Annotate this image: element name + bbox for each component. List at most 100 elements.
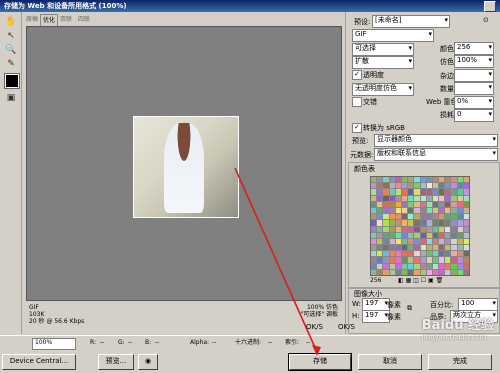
palette-swatch[interactable]	[414, 263, 420, 269]
close-button[interactable]	[484, 1, 496, 12]
palette-swatch[interactable]	[395, 238, 401, 245]
palette-swatch[interactable]	[389, 189, 395, 195]
palette-swatch[interactable]	[408, 189, 414, 195]
palette-swatch[interactable]	[377, 238, 383, 245]
palette-swatch[interactable]	[420, 201, 426, 207]
dither-amount-field[interactable]: 100%	[454, 55, 494, 68]
palette-swatch[interactable]	[371, 207, 377, 214]
palette-swatch[interactable]	[401, 245, 408, 251]
palette-swatch[interactable]	[408, 214, 414, 220]
palette-swatch[interactable]	[457, 226, 463, 232]
palette-swatch[interactable]	[457, 189, 463, 195]
palette-swatch[interactable]	[395, 183, 401, 189]
palette-swatch[interactable]	[445, 232, 451, 238]
palette-swatch[interactable]	[445, 177, 451, 183]
palette-swatch[interactable]	[457, 251, 463, 257]
palette-swatch[interactable]	[439, 177, 445, 183]
palette-swatch[interactable]	[445, 269, 451, 275]
eyedropper-color-swatch[interactable]	[4, 73, 20, 89]
eyedropper-tool-icon[interactable]: ✎	[4, 58, 18, 70]
palette-swatch[interactable]	[389, 201, 395, 207]
palette-swatch[interactable]	[426, 214, 432, 220]
palette-swatch[interactable]	[439, 232, 445, 238]
palette-swatch[interactable]	[383, 257, 389, 263]
palette-swatch[interactable]	[371, 251, 377, 257]
palette-swatch[interactable]	[463, 245, 469, 251]
palette-swatch[interactable]	[457, 238, 463, 245]
palette-swatch[interactable]	[451, 245, 457, 251]
color-table-swatches[interactable]	[370, 176, 470, 276]
toggle-slices-icon[interactable]: ▣	[4, 92, 18, 104]
palette-swatch[interactable]	[432, 257, 439, 263]
palette-swatch[interactable]	[408, 251, 414, 257]
palette-swatch[interactable]	[383, 195, 389, 201]
palette-swatch[interactable]	[445, 195, 451, 201]
height-field[interactable]: 197	[362, 310, 390, 323]
palette-swatch[interactable]	[439, 183, 445, 189]
palette-swatch[interactable]	[383, 245, 389, 251]
palette-swatch[interactable]	[426, 232, 432, 238]
palette-swatch[interactable]	[377, 201, 383, 207]
palette-swatch[interactable]	[432, 201, 439, 207]
palette-swatch[interactable]	[414, 226, 420, 232]
palette-swatch[interactable]	[383, 251, 389, 257]
palette-swatch[interactable]	[451, 177, 457, 183]
palette-swatch[interactable]	[451, 238, 457, 245]
palette-swatch[interactable]	[401, 226, 408, 232]
palette-swatch[interactable]	[439, 220, 445, 226]
palette-swatch[interactable]	[377, 257, 383, 263]
palette-swatch[interactable]	[383, 238, 389, 245]
palette-swatch[interactable]	[408, 238, 414, 245]
web-snap-field[interactable]: 0%	[454, 96, 494, 109]
palette-swatch[interactable]	[408, 269, 414, 275]
palette-swatch[interactable]	[445, 183, 451, 189]
palette-swatch[interactable]	[439, 245, 445, 251]
palette-swatch[interactable]	[426, 177, 432, 183]
palette-swatch[interactable]	[395, 263, 401, 269]
colors-select[interactable]: 256	[454, 42, 494, 55]
palette-swatch[interactable]	[463, 207, 469, 214]
palette-swatch[interactable]	[383, 189, 389, 195]
palette-swatch[interactable]	[457, 177, 463, 183]
palette-swatch[interactable]	[439, 226, 445, 232]
palette-swatch[interactable]	[439, 269, 445, 275]
palette-swatch[interactable]	[426, 201, 432, 207]
palette-swatch[interactable]	[401, 201, 408, 207]
palette-swatch[interactable]	[371, 183, 377, 189]
palette-swatch[interactable]	[463, 183, 469, 189]
palette-swatch[interactable]	[389, 214, 395, 220]
done-button[interactable]: 完成	[428, 354, 492, 370]
palette-swatch[interactable]	[445, 226, 451, 232]
palette-swatch[interactable]	[451, 201, 457, 207]
preview-browser-button[interactable]: 预览...	[98, 354, 134, 370]
palette-swatch[interactable]	[377, 189, 383, 195]
palette-swatch[interactable]	[395, 257, 401, 263]
palette-swatch[interactable]	[383, 214, 389, 220]
palette-swatch[interactable]	[426, 238, 432, 245]
palette-swatch[interactable]	[408, 195, 414, 201]
palette-swatch[interactable]	[395, 245, 401, 251]
palette-swatch[interactable]	[408, 263, 414, 269]
palette-swatch[interactable]	[439, 214, 445, 220]
palette-swatch[interactable]	[426, 189, 432, 195]
palette-swatch[interactable]	[377, 183, 383, 189]
palette-swatch[interactable]	[383, 226, 389, 232]
palette-swatch[interactable]	[426, 269, 432, 275]
palette-swatch[interactable]	[371, 257, 377, 263]
palette-swatch[interactable]	[445, 245, 451, 251]
palette-swatch[interactable]	[420, 220, 426, 226]
palette-swatch[interactable]	[463, 177, 469, 183]
color-table-tools-icon[interactable]: ◧ ▦ ◫ ☐ ▣ 🗑	[398, 277, 443, 284]
palette-swatch[interactable]	[377, 195, 383, 201]
palette-swatch[interactable]	[395, 220, 401, 226]
palette-swatch[interactable]	[451, 183, 457, 189]
palette-swatch[interactable]	[457, 207, 463, 214]
palette-swatch[interactable]	[432, 207, 439, 214]
palette-swatch[interactable]	[463, 214, 469, 220]
palette-swatch[interactable]	[389, 269, 395, 275]
palette-swatch[interactable]	[377, 214, 383, 220]
palette-swatch[interactable]	[451, 220, 457, 226]
palette-swatch[interactable]	[389, 232, 395, 238]
palette-swatch[interactable]	[439, 251, 445, 257]
palette-swatch[interactable]	[463, 189, 469, 195]
